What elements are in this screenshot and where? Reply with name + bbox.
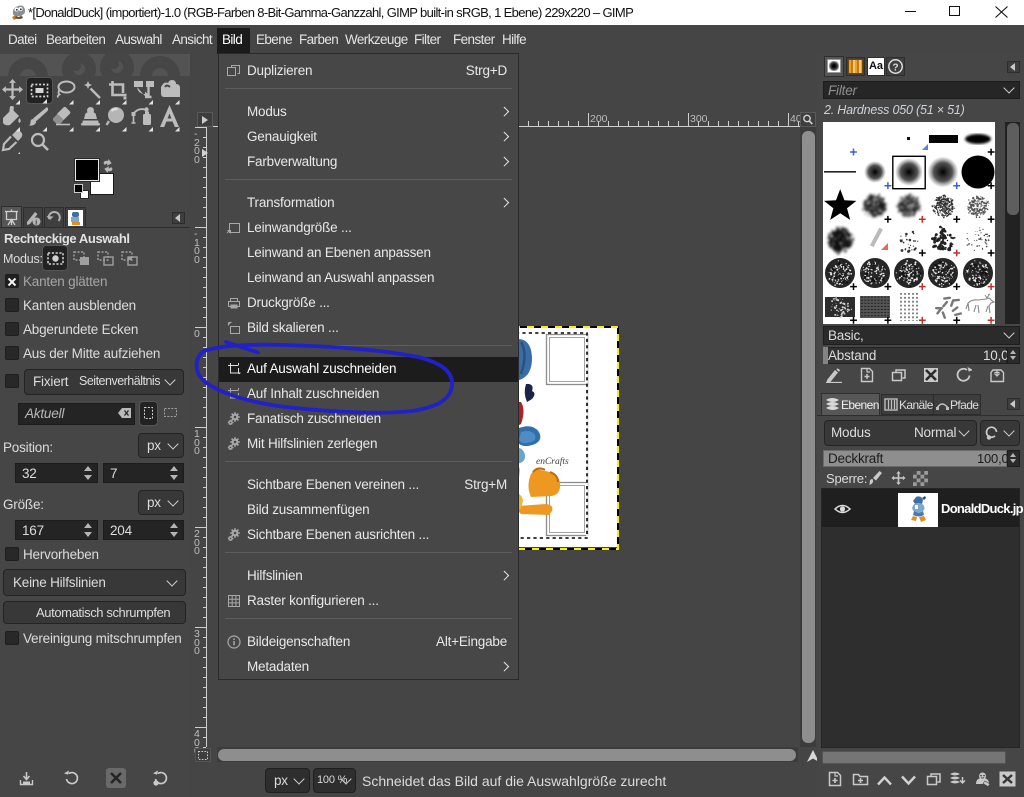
svg-text:?: ? — [893, 63, 899, 74]
svg-text:i: i — [35, 218, 37, 226]
